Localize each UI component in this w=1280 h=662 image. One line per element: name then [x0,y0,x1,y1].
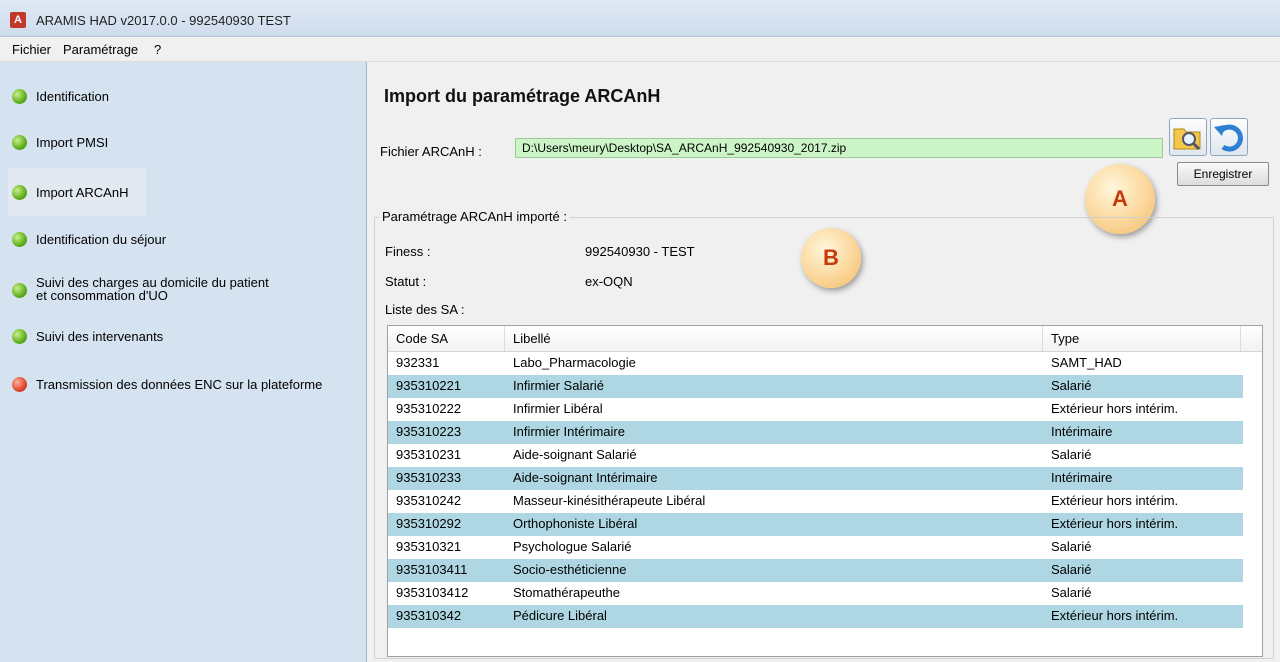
cell-type: Salarié [1051,562,1092,577]
sa-list-label: Liste des SA : [385,302,465,317]
sidebar-item-label: Suivi des intervenants [36,329,164,344]
column-header-type[interactable]: Type [1043,326,1241,351]
cell-type: Extérieur hors intérim. [1051,516,1179,531]
cell-libelle: Aide-soignant Salarié [513,447,637,462]
sa-table[interactable]: Code SA Libellé Type 932331 Labo_Pharmaco… [387,325,1263,657]
cell-type: Salarié [1051,585,1092,600]
sidebar-item-suivi-intervenants[interactable]: Suivi des intervenants [8,326,358,346]
cell-code-sa: 935310222 [396,401,462,416]
cell-type: Salarié [1051,447,1092,462]
cell-libelle: Orthophoniste Libéral [513,516,638,531]
table-row[interactable]: 935310231 Aide-soignant Salarié Salarié [388,444,1243,467]
cell-code-sa: 935310342 [396,608,462,623]
cell-code-sa: 9353103412 [396,585,469,600]
cell-libelle: Pédicure Libéral [513,608,607,623]
menu-bar: Fichier Paramétrage ? [0,37,1280,62]
group-title: Paramétrage ARCAnH importé : [379,209,570,224]
table-row[interactable]: 935310321 Psychologue Salarié Salarié [388,536,1243,559]
table-header: Code SA Libellé Type [388,326,1262,352]
column-header-libelle[interactable]: Libellé [505,326,1043,351]
save-button[interactable]: Enregistrer [1177,162,1269,186]
cell-code-sa: 935310233 [396,470,462,485]
sidebar-nav: Identification Import PMSI Import ARCAnH… [0,62,367,662]
cell-code-sa: 935310292 [396,516,462,531]
cell-libelle: Psychologue Salarié [513,539,632,554]
table-row[interactable]: 935310242 Masseur-kinésithérapeute Libéra… [388,490,1243,513]
sidebar-item-label: Import ARCAnH [36,185,129,200]
sidebar-item-label: Transmission des données ENC sur la plat… [36,377,323,392]
cell-type: Intérimaire [1051,424,1113,439]
table-row[interactable]: 935310292 Orthophoniste Libéral Extérieur … [388,513,1243,536]
table-row[interactable]: 9353103411 Socio-esthéticienne Salarié [388,559,1243,582]
menu-fichier[interactable]: Fichier [12,42,51,57]
folder-search-icon [1173,128,1201,151]
cell-code-sa: 935310242 [396,493,462,508]
cell-code-sa: 932331 [396,355,440,370]
cell-libelle: Infirmier Libéral [513,401,603,416]
status-red-icon [12,377,27,392]
cell-code-sa: 935310221 [396,378,462,393]
cell-libelle: Infirmier Intérimaire [513,424,625,439]
table-row[interactable]: 935310221 Infirmier Salarié Salarié [388,375,1243,398]
sidebar-item-label-line2: et consommation d'UO [36,288,168,303]
table-row[interactable]: 932331 Labo_Pharmacologie SAMT_HAD [388,352,1243,375]
browse-file-button[interactable] [1169,118,1207,156]
table-row[interactable]: 935310223 Infirmier Intérimaire Intérimair… [388,421,1243,444]
cell-libelle: Aide-soignant Intérimaire [513,470,658,485]
sidebar-item-transmission-enc[interactable]: Transmission des données ENC sur la plat… [8,374,358,394]
cell-code-sa: 9353103411 [396,562,468,577]
cell-libelle: Stomathérapeuthe [513,585,620,600]
cell-libelle: Infirmier Salarié [513,378,605,393]
sidebar-item-label: Identification [36,89,109,104]
cell-type: Intérimaire [1051,470,1113,485]
cell-type: Extérieur hors intérim. [1051,401,1179,416]
menu-parametrage[interactable]: Paramétrage [63,42,138,57]
column-header-code[interactable]: Code SA [388,326,505,351]
table-row[interactable]: 935310342 Pédicure Libéral Extérieur hors … [388,605,1243,628]
cell-libelle: Masseur-kinésithérapeute Libéral [513,493,706,508]
cell-type: Extérieur hors intérim. [1051,493,1179,508]
callout-badge-b: B [801,228,861,288]
title-bar: A ARAMIS HAD v2017.0.0 - 992540930 TEST [0,0,1280,37]
sidebar-item-import-arcanh[interactable]: Import ARCAnH [8,168,146,216]
cell-libelle: Labo_Pharmacologie [513,355,636,370]
cell-code-sa: 935310223 [396,424,462,439]
table-row[interactable]: 9353103412 Stomathérapeuthe Salarié [388,582,1243,605]
sidebar-item-label: Import PMSI [36,135,109,150]
file-label: Fichier ARCAnH : [380,144,482,159]
app-logo-icon: A [10,12,26,28]
window-title: ARAMIS HAD v2017.0.0 - 992540930 TEST [36,13,291,28]
status-green-icon [12,185,27,200]
status-green-icon [12,283,27,298]
undo-button[interactable] [1210,118,1248,156]
status-green-icon [12,329,27,344]
cell-libelle: Socio-esthéticienne [513,562,627,577]
status-green-icon [12,89,27,104]
sidebar-item-identification-sejour[interactable]: Identification du séjour [8,229,358,249]
cell-type: Salarié [1051,378,1092,393]
menu-help[interactable]: ? [154,42,161,57]
file-path-field[interactable]: D:\Users\meury\Desktop\SA_ARCAnH_9925409… [515,138,1163,158]
sidebar-item-identification[interactable]: Identification [8,86,358,106]
statut-label: Statut : [385,274,427,289]
table-row[interactable]: 935310222 Infirmier Libéral Extérieur hors… [388,398,1243,421]
page-title: Import du paramétrage ARCAnH [384,86,661,106]
cell-type: SAMT_HAD [1051,355,1122,370]
cell-code-sa: 935310321 [396,539,462,554]
cell-type: Salarié [1051,539,1092,554]
sidebar-item-import-pmsi[interactable]: Import PMSI [8,132,358,152]
main-panel: Import du paramétrage ARCAnH Fichier ARC… [367,62,1280,662]
status-green-icon [12,135,27,150]
table-row[interactable]: 935310233 Aide-soignant Intérimaire Intéri… [388,467,1243,490]
sidebar-item-label: Identification du séjour [36,232,167,247]
finess-value: 992540930 - TEST [585,244,695,259]
statut-value: ex-OQN [585,274,633,289]
cell-code-sa: 935310231 [396,447,462,462]
finess-label: Finess : [385,244,431,259]
status-green-icon [12,232,27,247]
undo-arrow-icon [1214,124,1243,152]
sidebar-item-suivi-charges[interactable]: Suivi des charges au domicile du patient… [8,273,358,307]
cell-type: Extérieur hors intérim. [1051,608,1179,623]
